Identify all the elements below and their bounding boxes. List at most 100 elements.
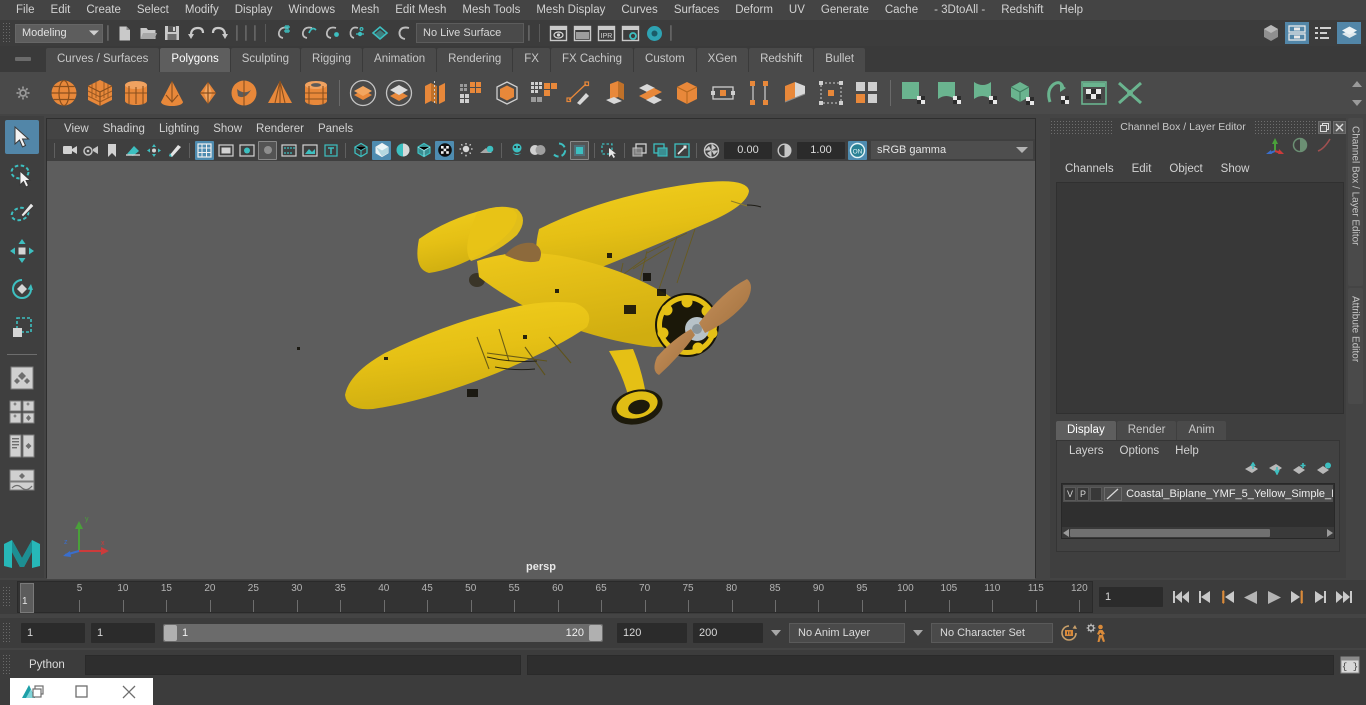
layer-tab-render[interactable]: Render: [1116, 421, 1177, 440]
poly-reduce-icon[interactable]: [526, 76, 560, 110]
menu-select[interactable]: Select: [129, 0, 177, 20]
layer-list-horizontal-scrollbar[interactable]: [1062, 527, 1334, 538]
step-forward-key-icon[interactable]: [1286, 586, 1308, 608]
motion-blur-icon[interactable]: [549, 141, 568, 160]
panel-grip-left[interactable]: [1050, 120, 1113, 134]
play-backwards-icon[interactable]: [1240, 586, 1262, 608]
layer-visibility-toggle[interactable]: V: [1064, 486, 1077, 501]
poly-append-icon[interactable]: [706, 76, 740, 110]
rotate-tool[interactable]: [5, 272, 39, 306]
poly-booleans-union-icon[interactable]: [346, 76, 380, 110]
animation-end-field[interactable]: 200: [693, 623, 763, 643]
menu-mesh[interactable]: Mesh: [343, 0, 387, 20]
layer-name[interactable]: Coastal_Biplane_YMF_5_Yellow_Simple_Inte…: [1126, 488, 1333, 500]
viewport-menu-view[interactable]: View: [57, 119, 96, 139]
shelf-options-button[interactable]: [0, 72, 46, 114]
uv-snapshot-icon[interactable]: [1077, 76, 1111, 110]
image-plane-icon[interactable]: [123, 141, 142, 160]
menu-display[interactable]: Display: [227, 0, 281, 20]
poly-plane-icon[interactable]: [191, 76, 225, 110]
new-layer-icon[interactable]: [1316, 462, 1331, 480]
select-tool[interactable]: [5, 120, 39, 154]
step-back-frame-icon[interactable]: [1194, 586, 1216, 608]
animation-preferences-icon[interactable]: [1085, 621, 1109, 645]
channel-box-menu-channels[interactable]: Channels: [1056, 163, 1123, 175]
open-scene-icon[interactable]: [137, 22, 159, 44]
layer-menu-help[interactable]: Help: [1167, 445, 1207, 457]
shade-flat-icon[interactable]: [393, 141, 412, 160]
viewport-3d-canvas[interactable]: z y x persp: [47, 161, 1035, 579]
side-tab-attribute-editor[interactable]: Attribute Editor: [1347, 288, 1363, 404]
shelf-tab-animation[interactable]: Animation: [363, 48, 437, 72]
render-current-frame-icon[interactable]: [571, 22, 593, 44]
layer-menu-options[interactable]: Options: [1112, 445, 1168, 457]
command-input[interactable]: [85, 655, 521, 675]
yellow-biplane-model[interactable]: [47, 161, 1035, 579]
show-hide-modeling-toolkit-icon[interactable]: [1259, 22, 1283, 44]
shelf-tab-sculpting[interactable]: Sculpting: [230, 48, 301, 72]
layer-tab-display[interactable]: Display: [1056, 421, 1116, 440]
gamma-field[interactable]: 1.00: [797, 141, 845, 159]
poly-combine-icon[interactable]: [418, 76, 452, 110]
status-line-grip[interactable]: [2, 22, 12, 44]
move-layer-up-icon[interactable]: [1244, 461, 1259, 480]
layer-color-swatch[interactable]: [1104, 486, 1123, 501]
move-tool[interactable]: [5, 234, 39, 268]
app-restore-icon[interactable]: [10, 678, 58, 705]
poly-quad-draw-icon[interactable]: [562, 76, 596, 110]
menu-file[interactable]: File: [8, 0, 43, 20]
xray-active-components-icon[interactable]: [672, 141, 691, 160]
uv-automatic-icon[interactable]: [1005, 76, 1039, 110]
undock-icon[interactable]: [1318, 120, 1331, 134]
app-maximize-icon[interactable]: [58, 678, 106, 705]
axis-gizmo-icon[interactable]: [1266, 136, 1284, 159]
channel-box-menu-show[interactable]: Show: [1212, 163, 1259, 175]
use-all-lights-icon[interactable]: [477, 141, 496, 160]
layer-playback-toggle[interactable]: P: [1077, 486, 1090, 501]
viewport-menu-panels[interactable]: Panels: [311, 119, 360, 139]
channel-box-menu-edit[interactable]: Edit: [1123, 163, 1161, 175]
shade-wireframe-icon[interactable]: [414, 141, 433, 160]
uv-cut-icon[interactable]: [1113, 76, 1147, 110]
color-management-selector[interactable]: sRGB gamma: [871, 141, 1011, 159]
viewport-menu-renderer[interactable]: Renderer: [249, 119, 311, 139]
viewport-menu-lighting[interactable]: Lighting: [152, 119, 206, 139]
channel-box-menu-object[interactable]: Object: [1160, 163, 1211, 175]
redo-icon[interactable]: [209, 22, 231, 44]
anim-layer-dropdown-icon[interactable]: [771, 630, 781, 636]
poly-multi-cut-icon[interactable]: [778, 76, 812, 110]
scrollbar-thumb[interactable]: [1070, 528, 1270, 537]
viewport-menu-shading[interactable]: Shading: [96, 119, 152, 139]
shelf-scroll-arrows[interactable]: [1350, 74, 1364, 112]
time-slider-grip[interactable]: [2, 586, 12, 608]
film-gate-icon[interactable]: [216, 141, 235, 160]
show-hide-attribute-editor-icon[interactable]: [1285, 22, 1309, 44]
smooth-shade-all-icon[interactable]: [372, 140, 391, 160]
save-scene-icon[interactable]: [161, 22, 183, 44]
poly-bridge-icon[interactable]: [670, 76, 704, 110]
step-back-key-icon[interactable]: [1217, 586, 1239, 608]
outliner-persp-layout[interactable]: [5, 431, 39, 461]
step-forward-frame-icon[interactable]: [1309, 586, 1331, 608]
shelf-tab-bullet[interactable]: Bullet: [814, 48, 866, 72]
range-start-field[interactable]: 1: [91, 623, 155, 643]
scroll-left-arrow-icon[interactable]: [1062, 524, 1070, 542]
poly-cone-icon[interactable]: [155, 76, 189, 110]
textured-icon[interactable]: [435, 140, 454, 160]
move-layer-down-icon[interactable]: [1268, 462, 1283, 480]
poly-bevel-icon[interactable]: [634, 76, 668, 110]
poly-wedge-icon[interactable]: [742, 76, 776, 110]
paint-select-tool[interactable]: [5, 196, 39, 230]
menu-3dtoall[interactable]: - 3DtoAll -: [926, 0, 993, 20]
go-to-end-icon[interactable]: [1332, 586, 1354, 608]
command-language-label[interactable]: Python: [29, 659, 85, 671]
time-slider-track[interactable]: 1 5 10 15 20 25 30 35 40 45 50 55 60 65 70 75 80 85 90 95 1…: [17, 581, 1093, 613]
menu-set-selector[interactable]: Modeling: [15, 23, 103, 43]
snap-to-grid-icon[interactable]: [273, 22, 295, 44]
two-d-pan-zoom-icon[interactable]: [144, 141, 163, 160]
chevron-up-icon[interactable]: [1352, 80, 1362, 87]
poly-sphere-icon[interactable]: [47, 76, 81, 110]
menu-edit-mesh[interactable]: Edit Mesh: [387, 0, 454, 20]
snap-to-curve-icon[interactable]: [297, 22, 319, 44]
command-line-grip[interactable]: [2, 654, 12, 676]
